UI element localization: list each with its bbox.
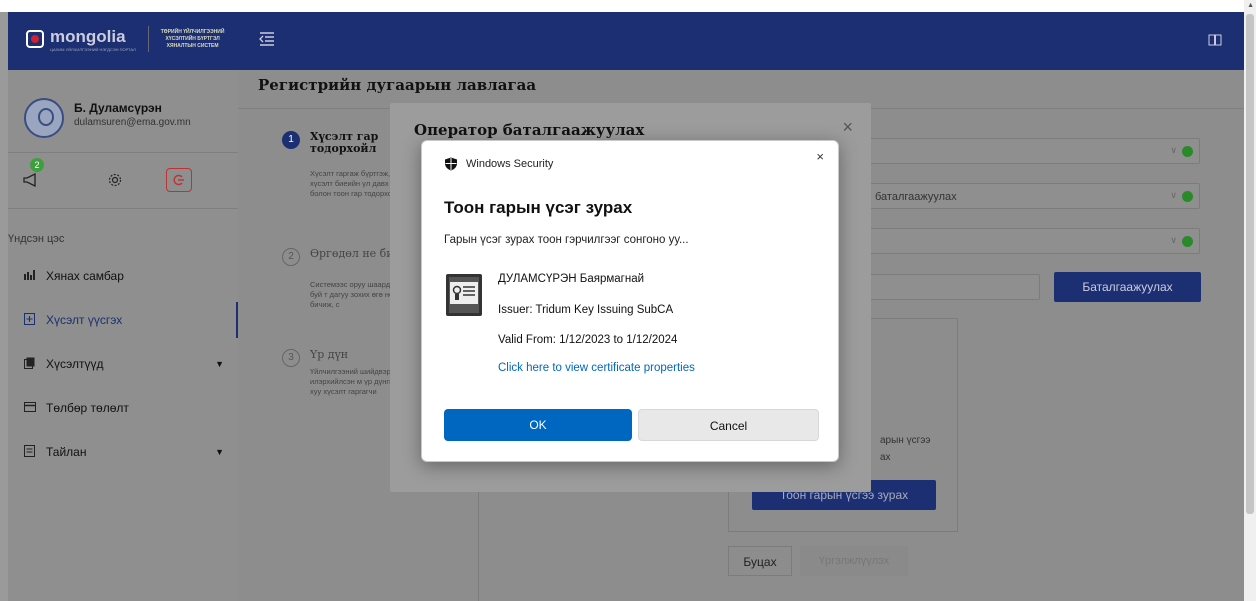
sidebar-item-dashboard[interactable]: Хянах самбар [8, 258, 238, 294]
avatar[interactable] [24, 98, 64, 138]
report-icon [24, 444, 36, 460]
chevron-down-icon: ▼ [215, 447, 224, 457]
certificate-validity: Valid From: 1/12/2023 to 1/12/2024 [498, 334, 678, 346]
chevron-down-icon: ∨ [1170, 190, 1177, 200]
sidebar-item-label: Хянах самбар [46, 269, 124, 283]
windows-security-dialog: Windows Security × Тоон гарын үсэг зурах… [421, 140, 839, 462]
dialog-subtitle: Гарын үсэг зурах тоон гэрчилгээг сонгоно… [444, 234, 689, 246]
divider [478, 492, 479, 601]
card-icon [24, 401, 36, 415]
sidebar-item-report[interactable]: Тайлан ▼ [8, 434, 238, 470]
menu-collapse-icon[interactable] [259, 30, 275, 46]
sidebar-item-label: Хүсэлтүүд [46, 357, 104, 371]
scrollbar-thumb[interactable] [1246, 14, 1254, 514]
text-input[interactable] [860, 274, 1040, 300]
logo[interactable]: mongolia ЦАХИМ УЙЛЧИЛГЭЭНИЙ НЭГДСЭН ПОРТ… [26, 26, 224, 52]
sidebar-item-requests[interactable]: Хүсэлтүүд ▼ [8, 346, 238, 382]
panel-text: арын үсгээ [880, 435, 931, 446]
windows-shield-icon [445, 157, 457, 171]
system-name: ТӨРИЙН ҮЙЛЧИЛГЭЭНИЙ ХҮСЭЛТИЙН БҮРТГЭЛ ХЯ… [161, 29, 225, 50]
ok-button[interactable]: OK [444, 409, 632, 441]
scroll-up-icon[interactable]: ▲ [1247, 2, 1254, 9]
field-value: баталгаажуулах [875, 191, 957, 203]
select-field[interactable]: ∨ [860, 138, 1200, 164]
confirm-button[interactable]: Баталгаажуулах [1054, 272, 1201, 302]
step-3: 3 Үр дүн Үйлчилгээний шийдвэрлэгдс илэрх… [282, 349, 409, 439]
book-icon[interactable] [1208, 34, 1222, 49]
check-icon [1182, 236, 1193, 247]
close-icon[interactable]: × [816, 149, 824, 164]
step-1: 1 Хүсэлт гар тодорхойл Хүсэлт гаргаж бүр… [282, 131, 408, 231]
view-certificate-link[interactable]: Click here to view certificate propertie… [498, 362, 695, 374]
dialog-header: Windows Security [444, 157, 553, 171]
certificate-icon[interactable] [444, 272, 484, 318]
system-name-line: ТӨРИЙН ҮЙЛЧИЛГЭЭНИЙ [160, 28, 225, 35]
cancel-button[interactable]: Cancel [638, 409, 819, 441]
logo-subtitle: ЦАХИМ УЙЛЧИЛГЭЭНИЙ НЭГДСЭН ПОРТАЛ [50, 46, 136, 52]
system-name-line: ХЯНАЛТЫН СИСТЕМ [166, 42, 219, 49]
sidebar-item-create-request[interactable]: Хүсэлт үүсгэх [8, 302, 238, 338]
panel-text: ах [880, 452, 891, 463]
chevron-down-icon: ∨ [1170, 235, 1177, 245]
sidebar: Б. Дуламсүрэн dulamsuren@ema.gov.mn 2 Үн… [8, 70, 238, 601]
sidebar-item-label: Төлбөр төлөлт [46, 401, 129, 415]
step-number: 2 [282, 248, 300, 266]
sidebar-item-payment[interactable]: Төлбөр төлөлт [8, 390, 238, 426]
copy-icon [24, 357, 36, 372]
sidebar-item-label: Хүсэлт үүсгэх [46, 313, 123, 327]
check-icon [1182, 191, 1193, 202]
select-field[interactable]: ∨ [860, 228, 1200, 254]
app-header: mongolia ЦАХИМ УЙЛЧИЛГЭЭНИЙ НЭГДСЭН ПОРТ… [8, 12, 1244, 70]
certificate-name: ДУЛАМСҮРЭН Баярмагнай [498, 273, 645, 285]
user-email: dulamsuren@ema.gov.mn [74, 117, 191, 128]
close-icon[interactable]: × [842, 117, 853, 138]
divider [8, 208, 238, 209]
back-button[interactable]: Буцах [728, 546, 792, 576]
user-name: Б. Дуламсүрэн [74, 101, 162, 115]
check-icon [1182, 146, 1193, 157]
browser-top-strip [0, 0, 1256, 12]
chevron-down-icon: ▼ [215, 359, 224, 369]
scrollbar[interactable]: ▲ [1244, 0, 1256, 601]
gear-icon[interactable] [100, 168, 130, 192]
continue-button[interactable]: Үргэлжлүүлэх [800, 546, 908, 576]
step-number: 1 [282, 131, 300, 149]
certificate-issuer: Issuer: Tridum Key Issuing SubCA [498, 304, 674, 316]
step-number: 3 [282, 349, 300, 367]
logo-text: mongolia [50, 26, 126, 46]
sidebar-item-label: Тайлан [46, 445, 87, 459]
system-name-line: ХҮСЭЛТИЙН БҮРТГЭЛ [165, 35, 220, 42]
divider [8, 152, 238, 153]
logo-divider [147, 26, 149, 52]
select-field[interactable]: баталгаажуулах ∨ [860, 183, 1200, 209]
chart-icon [24, 269, 36, 283]
logout-icon[interactable] [166, 168, 192, 192]
chevron-down-icon: ∨ [1170, 145, 1177, 155]
modal-title: Оператор баталгаажуулах [414, 121, 645, 139]
dialog-title: Тоон гарын үсэг зурах [444, 198, 633, 217]
menu-section-label: Үндсэн цэс [8, 233, 65, 245]
logo-icon [26, 30, 44, 48]
notification-badge: 2 [30, 158, 44, 172]
dialog-header-text: Windows Security [466, 158, 554, 170]
megaphone-icon[interactable] [16, 168, 46, 192]
step-2: 2 Өргөдөл не бичих Системээс оруу шаарда… [282, 248, 414, 338]
document-add-icon [24, 312, 36, 328]
page-title: Регистрийн дугаарын лавлагаа [258, 76, 537, 94]
